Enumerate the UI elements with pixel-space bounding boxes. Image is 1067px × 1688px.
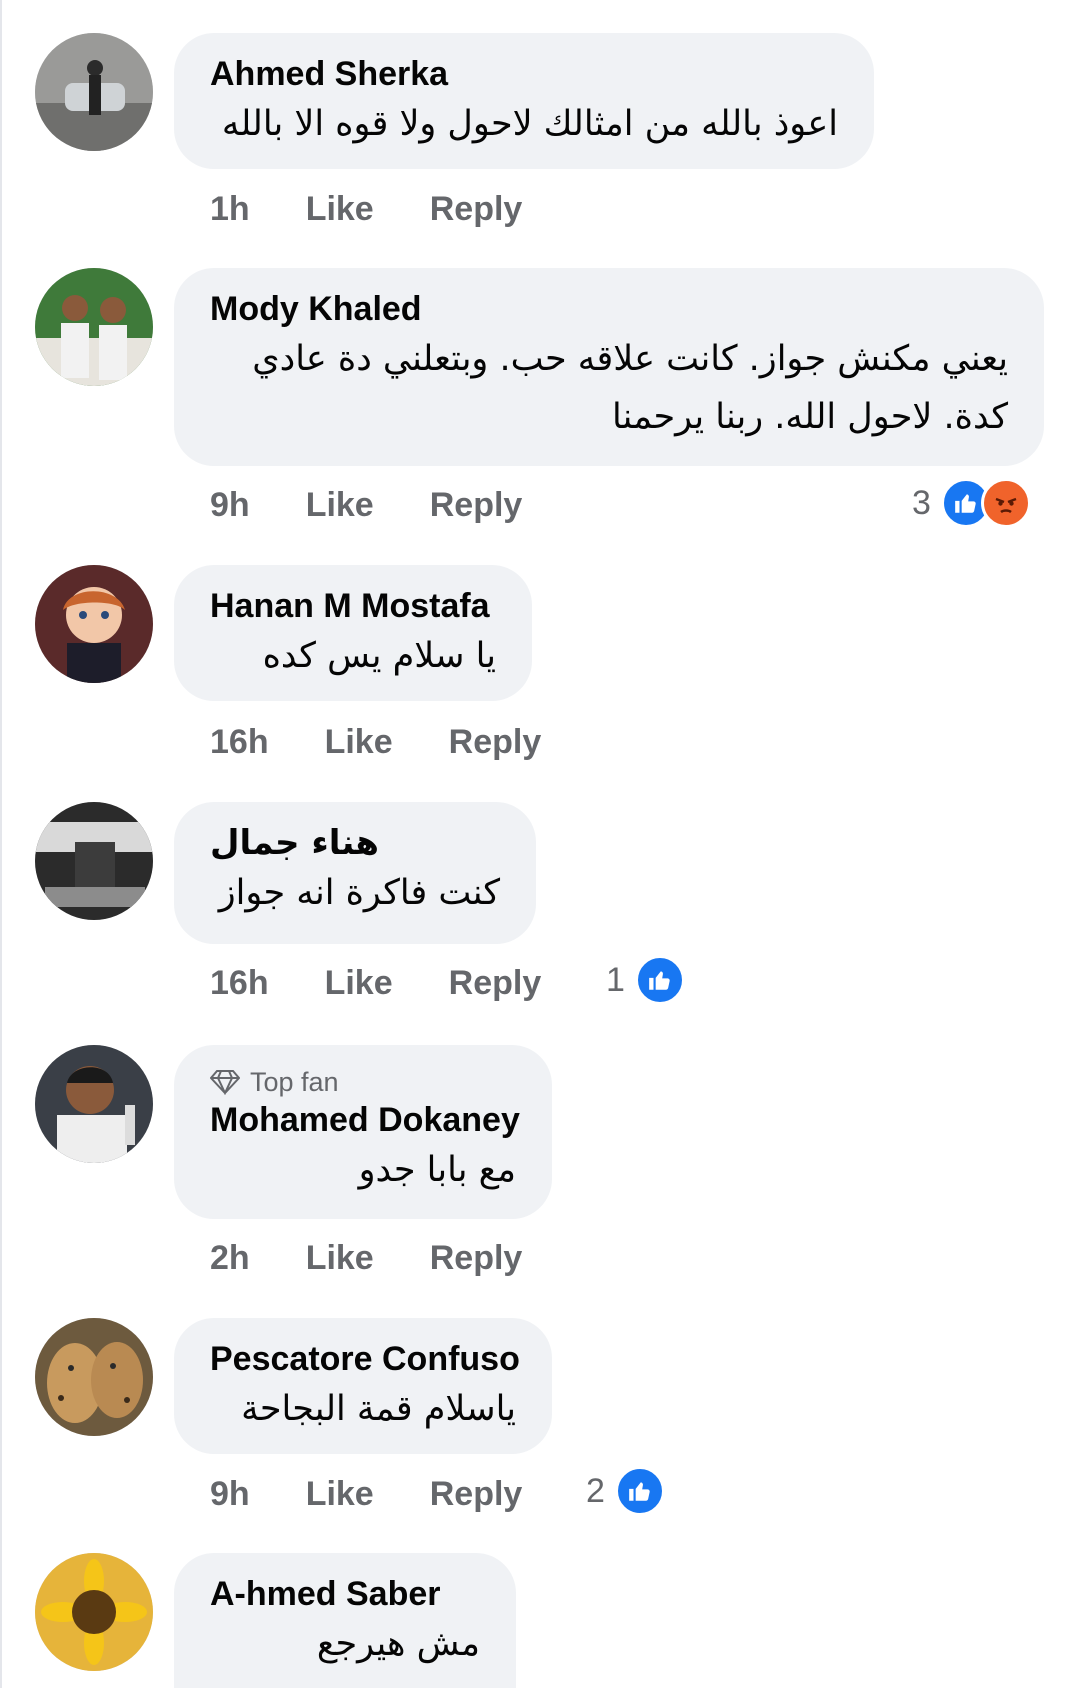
comment-bubble: A-hmed Saber مش هيرجع	[174, 1553, 516, 1688]
avatar[interactable]	[35, 33, 153, 151]
reaction-summary[interactable]: 2	[586, 1466, 665, 1516]
comment-author[interactable]: هناء جمال	[210, 822, 500, 864]
comment-text: مع بابا جدو	[358, 1150, 516, 1190]
avatar[interactable]	[35, 1553, 153, 1671]
comment-author[interactable]: Mohamed Dokaney	[210, 1099, 520, 1141]
comment-time[interactable]: 9h	[210, 486, 250, 525]
reply-button[interactable]: Reply	[430, 1475, 523, 1514]
comment-author[interactable]: Ahmed Sherka	[210, 53, 838, 95]
reply-button[interactable]: Reply	[430, 486, 523, 525]
comment-text: يعني مكنش جواز. كانت علاقه حب. وبتعلني د…	[252, 339, 1008, 379]
avatar[interactable]	[35, 802, 153, 920]
comment-text: يا سلام يس كده	[262, 636, 496, 676]
comment-actions: 16h Like Reply	[210, 723, 597, 762]
reaction-count: 3	[912, 483, 931, 522]
reaction-count: 1	[606, 960, 625, 999]
diamond-icon	[210, 1070, 240, 1095]
avatar[interactable]	[35, 268, 153, 386]
reaction-summary[interactable]: 1	[606, 955, 685, 1005]
reply-button[interactable]: Reply	[449, 964, 542, 1003]
avatar[interactable]	[35, 1318, 153, 1436]
comment-author[interactable]: Hanan M Mostafa	[210, 585, 496, 627]
comment-time[interactable]: 9h	[210, 1475, 250, 1514]
comment-bubble: هناء جمال كنت فاكرة انه جواز	[174, 802, 536, 944]
comment-bubble: Ahmed Sherka اعوذ بالله من امثالك لاحول …	[174, 33, 874, 169]
like-button[interactable]: Like	[306, 1475, 374, 1514]
reply-button[interactable]: Reply	[430, 1239, 523, 1278]
comment-author[interactable]: Pescatore Confuso	[210, 1338, 520, 1380]
comment-author[interactable]: A-hmed Saber	[210, 1573, 480, 1615]
reaction-summary[interactable]: 3	[912, 478, 1031, 528]
comment-actions: 9h Like Reply	[210, 486, 578, 525]
comment-text: اعوذ بالله من امثالك لاحول ولا قوه الا ب…	[221, 104, 838, 144]
left-divider	[0, 0, 2, 1688]
avatar[interactable]	[35, 565, 153, 683]
like-button[interactable]: Like	[306, 1239, 374, 1278]
comment-actions: 2h Like Reply	[210, 1239, 578, 1278]
top-fan-badge: Top fan	[210, 1065, 516, 1099]
comment-actions: 9h Like Reply	[210, 1475, 578, 1514]
comment-bubble: Top fan Mohamed Dokaney مع بابا جدو	[174, 1045, 552, 1219]
comment-time[interactable]: 2h	[210, 1239, 250, 1278]
comment-time[interactable]: 16h	[210, 964, 269, 1003]
reply-button[interactable]: Reply	[449, 723, 542, 762]
like-icon	[614, 1466, 665, 1516]
comment-time[interactable]: 16h	[210, 723, 269, 762]
comment-actions: 16h Like Reply	[210, 964, 597, 1003]
reply-button[interactable]: Reply	[430, 190, 523, 229]
like-button[interactable]: Like	[306, 486, 374, 525]
angry-icon	[980, 478, 1031, 528]
comment-author[interactable]: Mody Khaled	[210, 288, 1008, 330]
comment-text: مش هيرجع	[316, 1624, 480, 1664]
comment-time[interactable]: 1h	[210, 190, 250, 229]
like-button[interactable]: Like	[325, 723, 393, 762]
like-icon	[634, 955, 685, 1005]
comment-bubble: Mody Khaled يعني مكنش جواز. كانت علاقه ح…	[174, 268, 1044, 466]
like-button[interactable]: Like	[325, 964, 393, 1003]
comment-text: كنت فاكرة انه جواز	[218, 873, 500, 913]
comment-actions: 1h Like Reply	[210, 190, 578, 229]
like-button[interactable]: Like	[306, 190, 374, 229]
comment-bubble: Pescatore Confuso ياسلام قمة البجاحة	[174, 1318, 552, 1454]
reaction-count: 2	[586, 1471, 605, 1510]
comment-text: ياسلام قمة البجاحة	[241, 1389, 516, 1429]
top-fan-label: Top fan	[250, 1067, 339, 1097]
comment-bubble: Hanan M Mostafa يا سلام يس كده	[174, 565, 532, 701]
comment-text: كدة. لاحول الله. ربنا يرحمنا	[612, 397, 1008, 437]
avatar[interactable]	[35, 1045, 153, 1163]
